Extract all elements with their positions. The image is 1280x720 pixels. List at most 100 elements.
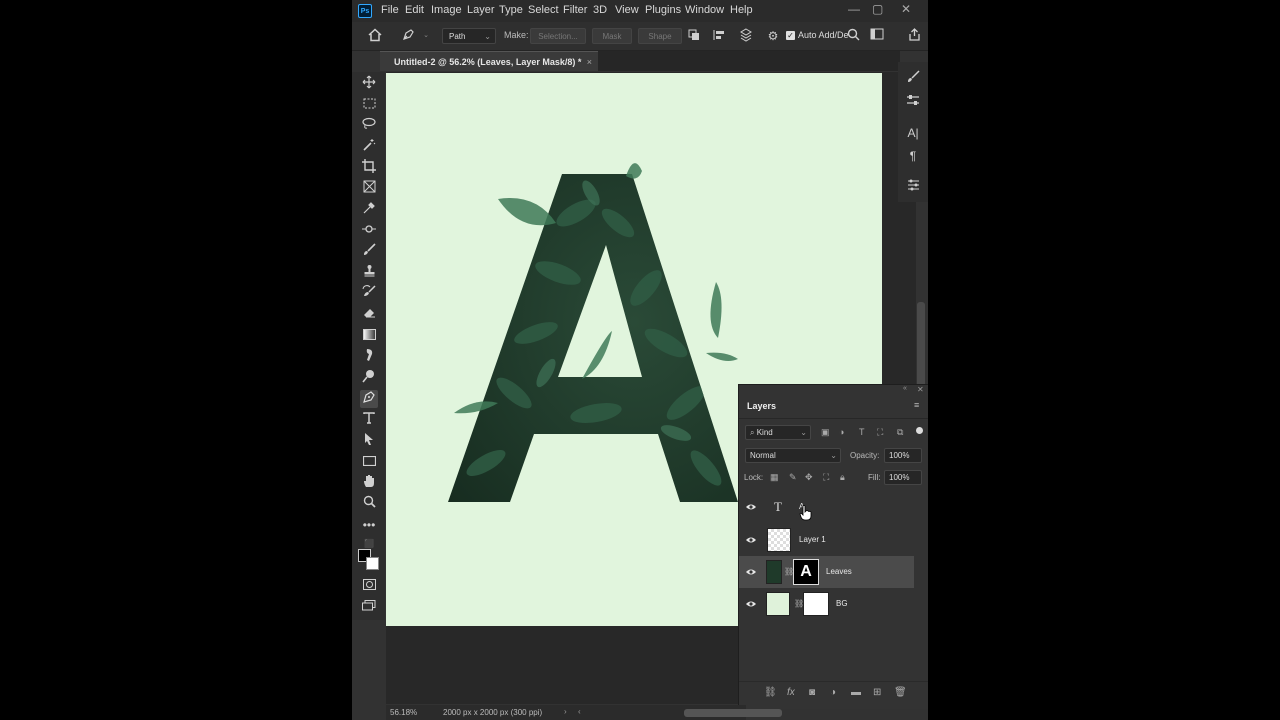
menu-view[interactable]: View	[615, 4, 639, 16]
adjustments-icon[interactable]	[904, 178, 922, 196]
crop-tool-icon[interactable]	[360, 159, 378, 177]
eraser-tool-icon[interactable]	[360, 306, 378, 324]
menu-edit[interactable]: Edit	[405, 4, 424, 16]
fill-field[interactable]: 100%	[884, 470, 922, 485]
filter-pixel-icon[interactable]: ▣	[821, 427, 830, 438]
menu-layer[interactable]: Layer	[467, 4, 495, 16]
new-group-icon[interactable]: ▬	[851, 687, 861, 698]
marquee-tool-icon[interactable]	[360, 96, 378, 114]
lock-transparent-icon[interactable]: ▦	[770, 472, 779, 483]
dodge-tool-icon[interactable]	[360, 369, 378, 387]
layer-filter-kind-select[interactable]: ⌕ Kind ⌄	[745, 425, 811, 440]
fx-icon[interactable]: fx	[787, 687, 795, 698]
layer-name-leaves[interactable]: Leaves	[826, 567, 852, 576]
background-color-swatch[interactable]	[366, 557, 379, 570]
gradient-tool-icon[interactable]	[360, 327, 378, 345]
restore-button[interactable]: ▢	[872, 2, 883, 16]
menu-select[interactable]: Select	[528, 4, 559, 16]
path-mode-select[interactable]: Path ⌄	[442, 28, 496, 44]
brush-tool-icon[interactable]	[360, 243, 378, 261]
lock-position-icon[interactable]: ✥	[805, 472, 813, 483]
menu-plugins[interactable]: Plugins	[645, 4, 681, 16]
layer-row-a[interactable]: T A	[739, 491, 914, 523]
delete-layer-icon[interactable]: 🗑︎	[894, 687, 907, 698]
clone-stamp-tool-icon[interactable]	[360, 264, 378, 282]
chevron-right-icon[interactable]: ›	[564, 707, 567, 716]
search-icon[interactable]	[845, 28, 861, 44]
quick-mask-icon[interactable]	[360, 577, 378, 595]
close-tab-button[interactable]: ×	[587, 52, 592, 72]
layer-row-bg[interactable]: ⛓︎ BG	[739, 588, 914, 620]
screen-mode-icon[interactable]	[360, 598, 378, 616]
layer-name-bg[interactable]: BG	[836, 599, 848, 608]
properties-icon[interactable]	[904, 93, 922, 111]
chevron-left-icon[interactable]: ‹	[578, 707, 581, 716]
layer-mask-thumbnail[interactable]: A	[793, 559, 819, 585]
close-panel-icon[interactable]: ✕	[917, 385, 924, 394]
menu-image[interactable]: Image	[431, 4, 462, 16]
menu-filter[interactable]: Filter	[563, 4, 587, 16]
menu-help[interactable]: Help	[730, 4, 753, 16]
layer-row-layer1[interactable]: Layer 1	[739, 524, 914, 556]
lock-artboard-icon[interactable]: ⛶	[823, 472, 829, 483]
workspace-icon[interactable]	[869, 28, 885, 44]
close-window-button[interactable]: ✕	[901, 2, 911, 16]
history-brush-tool-icon[interactable]	[360, 285, 378, 303]
share-icon[interactable]	[906, 28, 922, 44]
visibility-eye-icon[interactable]	[745, 566, 757, 578]
move-tool-icon[interactable]	[360, 75, 378, 93]
add-mask-icon[interactable]: ◙	[809, 687, 815, 698]
brush-settings-icon[interactable]	[904, 70, 922, 88]
make-shape-button[interactable]: Shape	[638, 28, 682, 44]
rectangle-tool-icon[interactable]	[360, 453, 378, 471]
lock-all-icon[interactable]: 🔒︎	[840, 472, 845, 483]
path-alignment-icon[interactable]	[711, 28, 727, 44]
link-layers-icon[interactable]: ⛓︎	[764, 687, 777, 698]
collapse-panel-icon[interactable]: «	[903, 385, 907, 392]
pen-tool-preset-icon[interactable]	[400, 28, 416, 44]
minimize-button[interactable]: —	[848, 2, 860, 16]
new-layer-icon[interactable]: ⊞	[873, 687, 881, 698]
menu-file[interactable]: File	[381, 4, 399, 16]
path-arrangement-icon[interactable]	[738, 28, 754, 44]
horizontal-scrollbar[interactable]	[684, 709, 782, 717]
smudge-tool-icon[interactable]	[360, 348, 378, 366]
paragraph-panel-icon[interactable]: ¶	[904, 147, 922, 165]
visibility-eye-icon[interactable]	[745, 534, 757, 546]
filter-adjustment-icon[interactable]: ◑	[839, 427, 844, 437]
filter-toggle-icon[interactable]	[916, 427, 923, 434]
layer-row-leaves[interactable]: ⛓︎ A Leaves	[739, 556, 914, 588]
menu-3d[interactable]: 3D	[593, 4, 607, 16]
layers-panel-title[interactable]: Layers	[747, 401, 776, 411]
character-panel-icon[interactable]: A|	[904, 124, 922, 142]
path-operations-icon[interactable]	[686, 28, 702, 44]
filter-type-icon[interactable]: T	[859, 427, 865, 437]
eyedropper-tool-icon[interactable]	[360, 201, 378, 219]
hand-tool-icon[interactable]	[360, 474, 378, 492]
magic-wand-tool-icon[interactable]	[360, 138, 378, 156]
more-tools-icon[interactable]: •••	[360, 516, 378, 534]
menu-type[interactable]: Type	[499, 4, 523, 16]
auto-add-delete-checkbox[interactable]: ✓	[786, 31, 795, 40]
menu-window[interactable]: Window	[685, 4, 724, 16]
filter-smart-object-icon[interactable]: ⧉	[897, 427, 903, 438]
home-icon[interactable]	[367, 28, 383, 44]
opacity-field[interactable]: 100%	[884, 448, 922, 463]
type-tool-icon[interactable]	[360, 411, 378, 429]
document-info[interactable]: 2000 px x 2000 px (300 ppi)	[443, 708, 542, 717]
gear-icon[interactable]: ⚙	[765, 28, 781, 44]
new-adjustment-icon[interactable]: ◑	[830, 687, 836, 698]
pen-tool-icon[interactable]	[360, 390, 378, 408]
zoom-level[interactable]: 56.18%	[390, 708, 417, 717]
frame-tool-icon[interactable]	[360, 180, 378, 198]
blend-mode-select[interactable]: Normal ⌄	[745, 448, 841, 463]
filter-shape-icon[interactable]: ⛶	[877, 427, 883, 438]
make-selection-button[interactable]: Selection...	[530, 28, 586, 44]
healing-brush-tool-icon[interactable]	[360, 222, 378, 240]
visibility-eye-icon[interactable]	[745, 598, 757, 610]
make-mask-button[interactable]: Mask	[592, 28, 632, 44]
lock-pixels-icon[interactable]: ✎	[789, 472, 797, 483]
layer-mask-thumbnail[interactable]	[803, 592, 829, 616]
zoom-tool-icon[interactable]	[360, 495, 378, 513]
path-selection-tool-icon[interactable]	[360, 432, 378, 450]
